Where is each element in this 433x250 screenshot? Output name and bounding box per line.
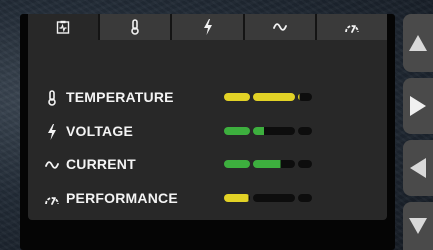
lightning-icon (203, 19, 213, 35)
level-segment (253, 160, 295, 168)
up-button[interactable] (403, 14, 433, 72)
wave-icon (272, 22, 287, 32)
level-segment (253, 194, 295, 202)
thermometer-icon (130, 19, 140, 35)
level-segment (298, 194, 312, 202)
metric-row-performance: PERFORMANCE (44, 189, 334, 209)
tab-performance[interactable] (316, 14, 388, 40)
left-button[interactable] (403, 140, 433, 196)
tab-temperature[interactable] (100, 14, 173, 40)
level-segment (298, 93, 312, 101)
dashboard-icon (56, 20, 70, 34)
wave-icon (44, 157, 60, 173)
level-segment (224, 160, 250, 168)
level-bar (224, 127, 314, 135)
gauge-icon (344, 21, 360, 33)
metric-label: CURRENT (66, 156, 136, 172)
level-segment (253, 127, 295, 135)
lightning-icon (44, 124, 60, 140)
metric-row-temperature: TEMPERATURE (44, 88, 334, 108)
arrow-right-icon (409, 95, 427, 117)
level-segment (224, 127, 250, 135)
level-bar (224, 194, 314, 202)
arrow-left-icon (409, 157, 427, 179)
gauge-icon (44, 191, 60, 207)
level-segment (298, 160, 312, 168)
level-bar (224, 93, 314, 101)
metric-label: VOLTAGE (66, 123, 133, 139)
level-segment (224, 194, 250, 202)
down-button[interactable] (403, 202, 433, 250)
level-segment (224, 93, 250, 101)
arrow-up-icon (408, 34, 428, 52)
metric-row-current: CURRENT (44, 155, 334, 175)
metric-label: PERFORMANCE (66, 190, 178, 206)
level-segment (298, 127, 312, 135)
level-bar (224, 160, 314, 168)
arrow-down-icon (408, 217, 428, 235)
metric-label: TEMPERATURE (66, 89, 174, 105)
tab-bar (28, 14, 388, 40)
thermometer-icon (44, 90, 60, 106)
tab-current[interactable] (244, 14, 317, 40)
metric-row-voltage: VOLTAGE (44, 122, 334, 142)
level-segment (253, 93, 295, 101)
tab-voltage[interactable] (172, 14, 245, 40)
right-button[interactable] (403, 78, 433, 134)
tab-dashboard[interactable] (28, 14, 101, 40)
